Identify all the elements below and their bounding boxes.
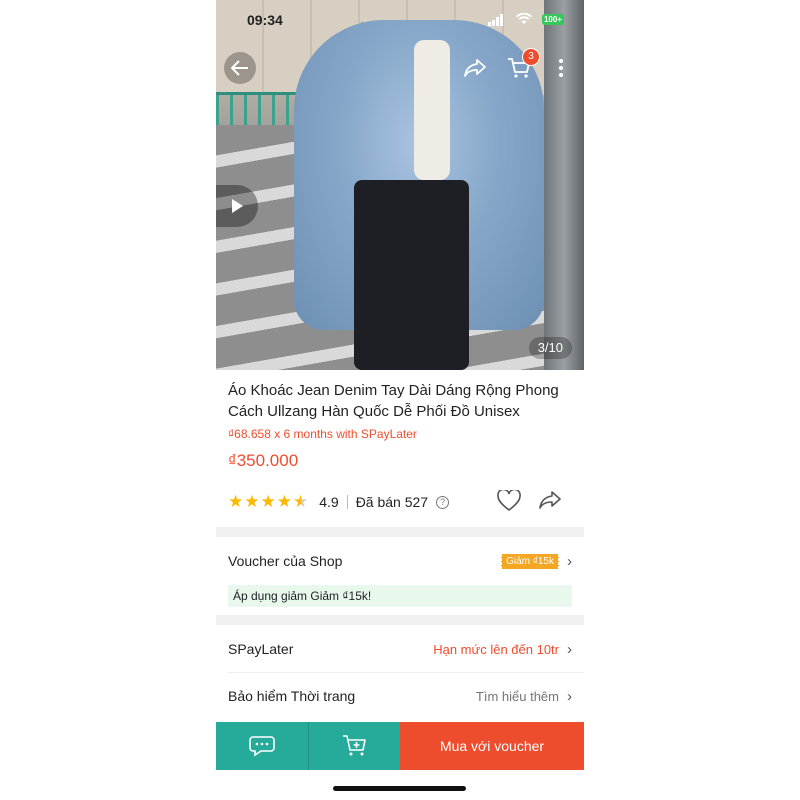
status-bar: 09:34 100+ [216,8,584,30]
favorite-button[interactable] [497,488,521,518]
spaylater-right: Hạn mức lên đến 10tr › [433,641,572,658]
help-icon[interactable]: ? [436,495,450,509]
insurance-right: Tìm hiểu thêm › [476,688,572,705]
status-time: 09:34 [247,12,283,28]
cart-button[interactable]: 3 [504,48,540,82]
insurance-value: Tìm hiểu thêm [475,688,559,704]
cart-count-badge: 3 [522,48,540,66]
arrow-left-icon [231,60,248,76]
home-indicator[interactable] [333,786,466,791]
spaylater-row[interactable]: SPayLater Hạn mức lên đến 10tr › [228,637,572,661]
share-product-button[interactable] [538,490,562,516]
installment-text[interactable]: ₫68.658 x 6 months with SPayLater [228,427,417,441]
image-shirt [414,40,450,180]
bottom-action-bar: Mua với voucher [216,722,584,770]
product-title: Áo Khoác Jean Denim Tay Dài Dáng Rộng Ph… [228,382,559,420]
more-vertical-icon [559,59,563,77]
rating-stars: ★★★★★ [228,492,310,511]
shop-voucher-label: Voucher của Shop [228,553,343,569]
section-gap [216,527,584,537]
insurance-label: Bảo hiểm Thời trang [228,688,356,704]
rating-divider [346,495,348,509]
add-to-cart-button[interactable] [309,722,400,770]
section-gap [216,615,584,625]
chevron-right-icon: › [567,687,572,705]
add-cart-icon [342,735,366,756]
voucher-applied-banner: Áp dụng giảm Giảm ₫15k! [228,585,572,607]
row-divider [228,672,584,673]
voucher-tag: Giảm ₫15k [501,553,559,569]
play-icon [232,199,243,213]
sold-count: Đã bán 527 [355,494,429,510]
battery-icon: 100+ [542,14,564,25]
back-button[interactable] [224,52,256,84]
shop-voucher-row[interactable]: Voucher của Shop Giảm ₫15k › [228,549,572,573]
chat-button[interactable] [216,722,308,770]
image-counter: 3/10 [528,337,572,359]
share-icon [464,59,486,77]
spaylater-label: SPayLater [228,641,294,657]
rating-value: 4.9 [319,494,339,510]
insurance-row[interactable]: Bảo hiểm Thời trang Tìm hiểu thêm › [228,684,572,708]
chat-icon [249,736,275,757]
bottom-safe-area [216,770,584,800]
signal-icon [488,14,504,26]
heart-icon [497,488,521,512]
chevron-right-icon: › [567,552,572,570]
share-icon [539,491,561,509]
more-button[interactable] [550,54,572,82]
spaylater-value: Hạn mức lên đến 10tr [433,641,559,657]
share-button[interactable] [460,54,490,82]
buy-with-voucher-button[interactable]: Mua với voucher [400,722,584,770]
play-video-button[interactable] [216,185,258,227]
shop-voucher-right: Giảm ₫15k › [501,553,572,570]
product-price: ₫350.000 [228,451,299,470]
image-pants [354,180,469,370]
product-page: 09:34 100+ 3 3/10 Áo Khoác Jean Denim Ta… [216,0,584,800]
chevron-right-icon: › [567,640,572,658]
wifi-icon [516,12,532,28]
